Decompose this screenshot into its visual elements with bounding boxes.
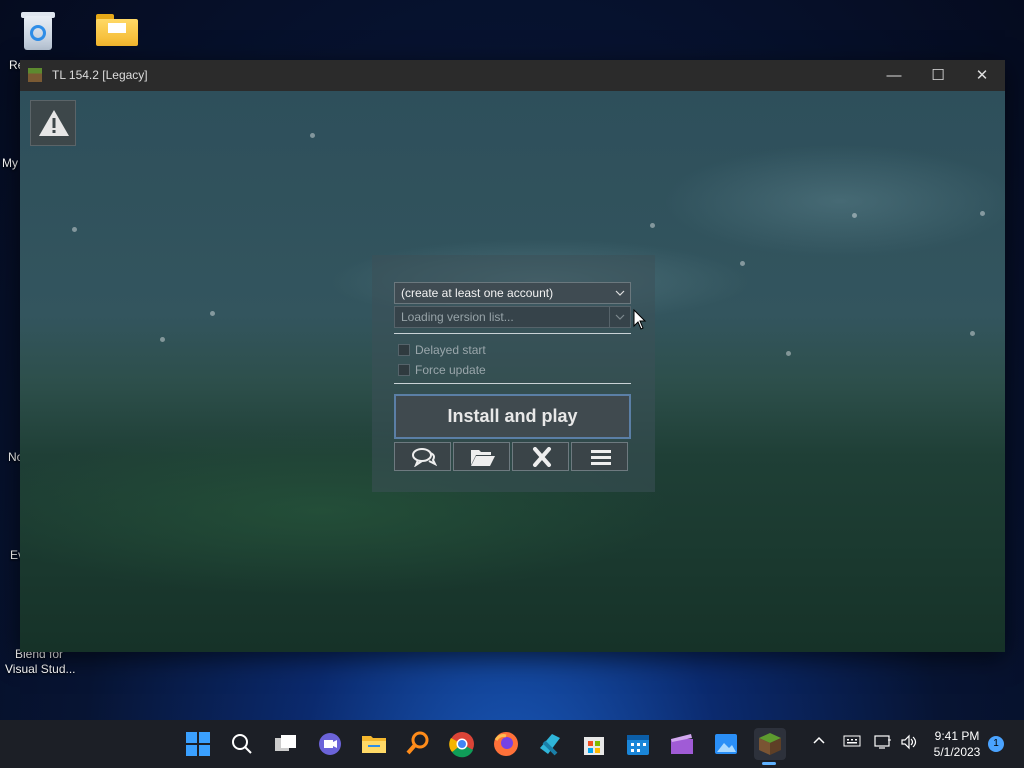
warning-icon bbox=[39, 110, 69, 136]
launcher-background: (create at least one account) Loading ve… bbox=[20, 91, 1005, 652]
warning-button[interactable] bbox=[30, 100, 76, 146]
grass-block-icon bbox=[759, 733, 781, 755]
delayed-start-label: Delayed start bbox=[415, 343, 486, 357]
active-app-indicator bbox=[762, 762, 776, 765]
windows-logo-icon bbox=[186, 732, 210, 756]
divider bbox=[394, 333, 631, 334]
task-view-icon bbox=[275, 735, 296, 751]
close-icon bbox=[533, 447, 551, 467]
force-update-checkbox[interactable] bbox=[398, 364, 410, 376]
store-icon bbox=[584, 737, 604, 755]
cancel-button[interactable] bbox=[512, 442, 569, 471]
launcher-panel: (create at least one account) Loading ve… bbox=[372, 255, 655, 492]
volume-icon[interactable] bbox=[900, 734, 918, 753]
chrome-icon bbox=[449, 732, 474, 758]
maximize-button[interactable]: ☐ bbox=[916, 60, 960, 91]
chat-button[interactable] bbox=[394, 442, 451, 471]
desktop-label-my: My bbox=[2, 156, 18, 170]
version-select-value: Loading version list... bbox=[401, 310, 514, 324]
snowflake bbox=[310, 133, 315, 138]
tlauncher-button[interactable] bbox=[754, 728, 786, 760]
folder-open-icon bbox=[471, 450, 495, 466]
code-editor-icon bbox=[540, 734, 560, 756]
mouse-cursor-icon bbox=[633, 309, 647, 330]
snowflake bbox=[980, 211, 985, 216]
menu-icon bbox=[591, 450, 611, 465]
window-title: TL 154.2 [Legacy] bbox=[52, 68, 148, 82]
search-button[interactable] bbox=[226, 728, 258, 760]
firefox-button[interactable] bbox=[490, 728, 522, 760]
open-folder-button[interactable] bbox=[453, 442, 510, 471]
account-select-value: (create at least one account) bbox=[401, 286, 554, 300]
tray-overflow-chevron-icon[interactable] bbox=[812, 734, 826, 751]
snowflake bbox=[970, 331, 975, 336]
firefox-icon bbox=[494, 732, 518, 756]
desktop-label-blend-2: Visual Stud... bbox=[5, 662, 76, 676]
recycle-bin-icon[interactable] bbox=[20, 10, 56, 52]
photos-button[interactable] bbox=[710, 728, 742, 760]
network-icon[interactable] bbox=[874, 734, 892, 753]
snowflake bbox=[160, 337, 165, 342]
account-select[interactable]: (create at least one account) bbox=[394, 282, 631, 304]
snowflake bbox=[740, 261, 745, 266]
video-call-icon bbox=[319, 733, 341, 755]
clipchamp-button[interactable] bbox=[666, 728, 698, 760]
snowflake bbox=[72, 227, 77, 232]
folder-icon bbox=[362, 736, 386, 753]
force-update-label: Force update bbox=[415, 363, 486, 377]
snowflake bbox=[650, 223, 655, 228]
chevron-down-icon bbox=[609, 307, 630, 327]
folder-icon[interactable] bbox=[96, 14, 138, 46]
calendar-button[interactable] bbox=[622, 728, 654, 760]
snowflake bbox=[786, 351, 791, 356]
calendar-icon bbox=[627, 735, 649, 755]
store-button[interactable] bbox=[578, 728, 610, 760]
clock-time[interactable]: 9:41 PM bbox=[932, 729, 982, 743]
title-bar[interactable]: TL 154.2 [Legacy] — ☐ ✕ bbox=[20, 60, 1005, 91]
start-button[interactable] bbox=[182, 728, 214, 760]
close-button[interactable]: ✕ bbox=[960, 60, 1004, 91]
launcher-window: TL 154.2 [Legacy] — ☐ ✕ (create at least… bbox=[20, 60, 1005, 652]
keyboard-icon[interactable] bbox=[843, 735, 861, 750]
minimize-button[interactable]: — bbox=[872, 60, 916, 91]
photos-icon bbox=[715, 734, 737, 754]
code-editor-button[interactable] bbox=[534, 728, 566, 760]
chevron-down-icon bbox=[610, 283, 630, 303]
version-select[interactable]: Loading version list... bbox=[394, 306, 631, 328]
settings-menu-button[interactable] bbox=[571, 442, 628, 471]
notification-badge[interactable]: 1 bbox=[988, 736, 1004, 752]
magnifier-app-button[interactable] bbox=[402, 728, 434, 760]
task-view-button[interactable] bbox=[270, 728, 302, 760]
snowflake bbox=[852, 213, 857, 218]
meet-app-button[interactable] bbox=[314, 728, 346, 760]
delayed-start-checkbox[interactable] bbox=[398, 344, 410, 356]
snowflake bbox=[210, 311, 215, 316]
magnifier-icon bbox=[406, 731, 429, 755]
chat-icon bbox=[412, 448, 437, 467]
install-and-play-button[interactable]: Install and play bbox=[394, 394, 631, 439]
search-icon bbox=[232, 734, 252, 754]
divider bbox=[394, 383, 631, 384]
file-explorer-button[interactable] bbox=[358, 728, 390, 760]
taskbar: 9:41 PM 5/1/2023 1 bbox=[0, 720, 1024, 768]
chrome-button[interactable] bbox=[446, 728, 478, 760]
video-editor-icon bbox=[671, 734, 693, 754]
clock-date[interactable]: 5/1/2023 bbox=[929, 745, 985, 759]
app-icon bbox=[28, 68, 42, 82]
